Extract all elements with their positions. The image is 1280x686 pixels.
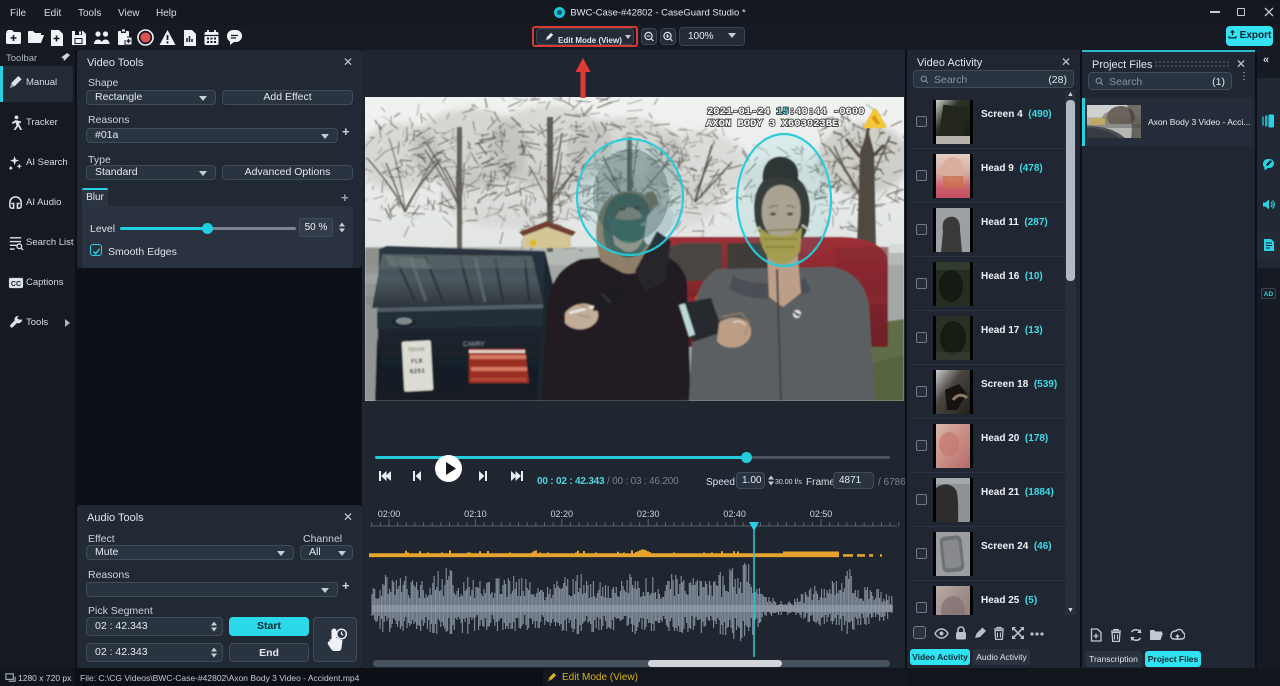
svg-text:02:10: 02:10	[464, 509, 487, 519]
svg-text:02:40: 02:40	[723, 509, 746, 519]
svg-text:02:00: 02:00	[378, 509, 401, 519]
svg-text:02:20: 02:20	[551, 509, 574, 519]
svg-text:02:50: 02:50	[810, 509, 833, 519]
svg-text:02:30: 02:30	[637, 509, 660, 519]
svg-text:2021-01-24 15:40:44 -0600: 2021-01-24 15:40:44 -0600	[707, 106, 865, 118]
svg-text:AXON BODY 3 X603023BE: AXON BODY 3 X603023BE	[706, 118, 838, 130]
svg-text:CC: CC	[11, 281, 21, 288]
svg-text:AD: AD	[1264, 291, 1274, 298]
